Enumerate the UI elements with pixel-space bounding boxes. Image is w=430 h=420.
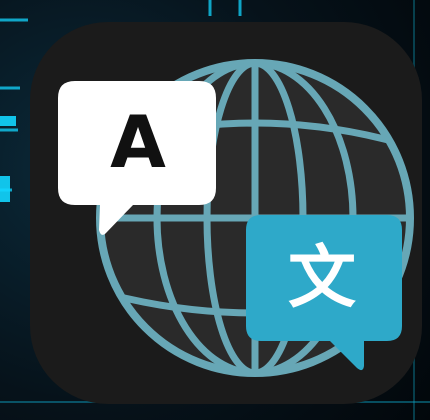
translate-app-icon[interactable]: A 文 xyxy=(30,22,422,404)
latin-letter-glyph: A xyxy=(110,100,166,184)
screenshot-stage: A 文 xyxy=(0,0,430,420)
cjk-character-glyph: 文 xyxy=(288,239,356,318)
